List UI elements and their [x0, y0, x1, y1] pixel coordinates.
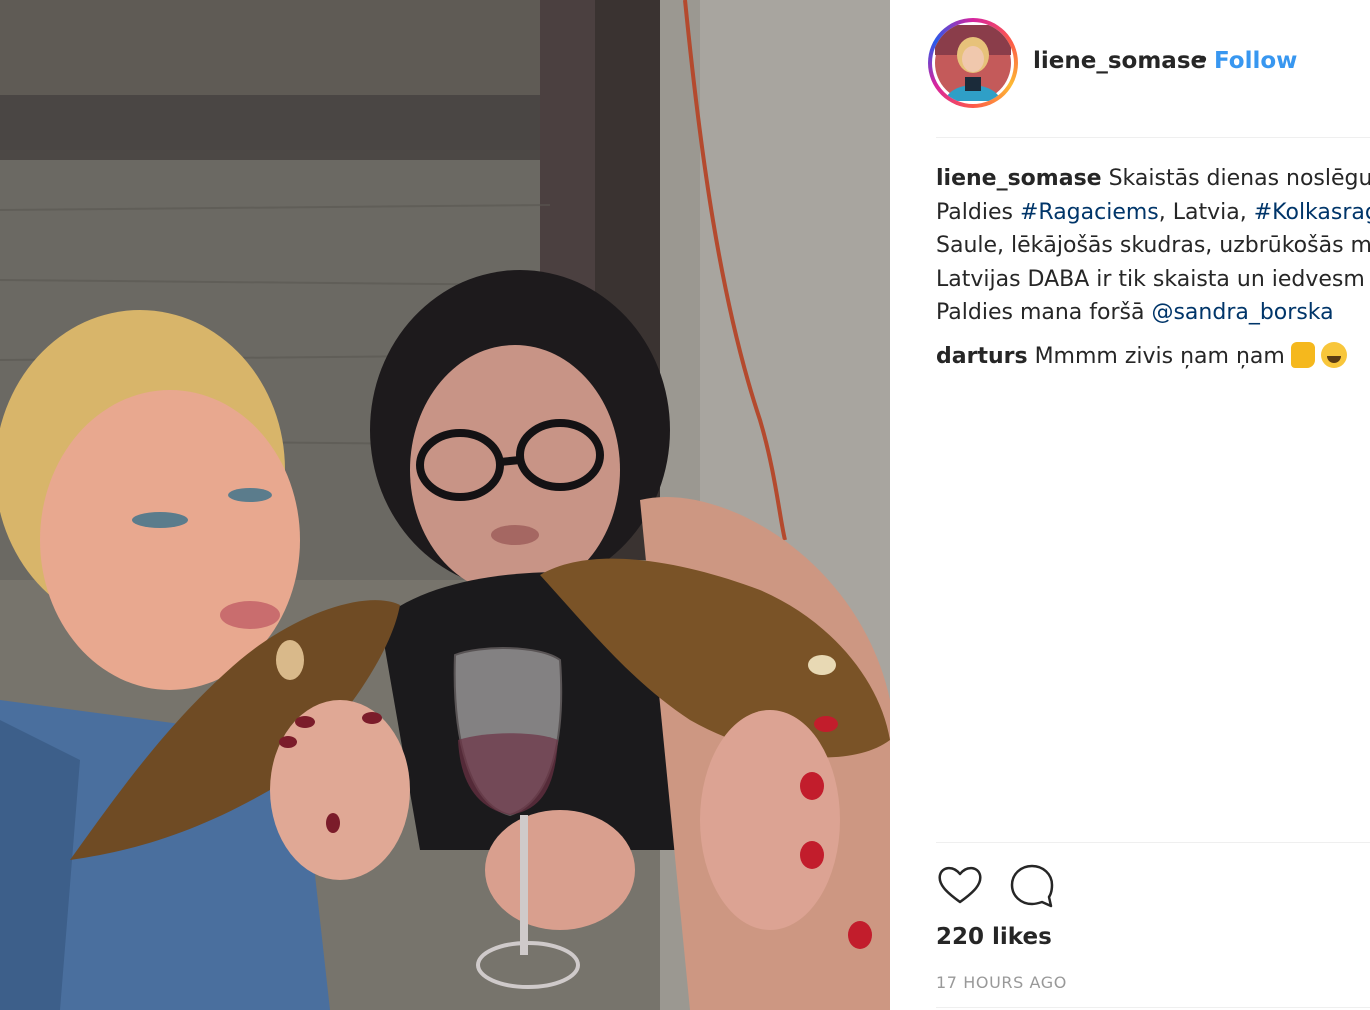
actions-divider — [936, 842, 1370, 843]
likes-count[interactable]: 220 likes — [936, 924, 1052, 950]
author-username[interactable]: liene_somase — [1033, 48, 1206, 74]
avatar-illustration — [935, 25, 1011, 101]
follow-button[interactable]: Follow — [1214, 48, 1297, 74]
comment-button[interactable] — [1008, 862, 1056, 910]
caption-text-2a: Paldies — [936, 199, 1020, 225]
like-button[interactable] — [936, 862, 984, 910]
photo-illustration — [0, 0, 890, 1010]
comment-username[interactable]: darturs — [936, 344, 1028, 369]
post-caption: liene_somase Skaistās dienas noslēgu Pal… — [936, 162, 1370, 330]
caption-text-2b: , Latvia, — [1158, 199, 1254, 225]
footer-divider — [936, 1007, 1370, 1008]
caption-text-1: Skaistās dienas noslēgu — [1108, 166, 1370, 191]
heart-icon — [938, 866, 982, 904]
caption-username[interactable]: liene_somase — [936, 166, 1102, 191]
laughing-emoji — [1320, 342, 1347, 368]
caption-line-2: Paldies #Ragaciems, Latvia, #Kolkasrag — [936, 196, 1370, 230]
avatar-image — [932, 22, 1014, 104]
hashtag-ragaciems[interactable]: #Ragaciems — [1020, 200, 1159, 225]
caption-line-5: Paldies mana foršā @sandra_borska — [936, 296, 1370, 330]
post-timestamp[interactable]: 17 HOURS AGO — [936, 973, 1067, 992]
mention-sandra-borska[interactable]: @sandra_borska — [1151, 300, 1333, 325]
post-side-panel: liene_somase • Follow liene_somase Skais… — [890, 0, 1370, 1010]
separator-dot: • — [1196, 48, 1210, 74]
post-header: liene_somase • Follow — [890, 0, 1370, 138]
hashtag-kolkasrags[interactable]: #Kolkasrag — [1254, 200, 1370, 225]
caption-line-3: Saule, lēkājošās skudras, uzbrūkošās m — [936, 233, 1370, 258]
caption-line-1: liene_somase Skaistās dienas noslēgu — [936, 162, 1370, 196]
avatar[interactable] — [928, 18, 1018, 108]
header-divider — [936, 137, 1370, 138]
thumbs-up-emoji — [1290, 342, 1315, 368]
post-photo[interactable] — [0, 0, 890, 1010]
comment-text: Mmmm zivis ņam ņam — [1034, 344, 1285, 369]
comment-icon — [1010, 864, 1054, 908]
caption-line-4: Latvijas DABA ir tik skaista un iedvesm — [936, 266, 1365, 292]
comment-item: darturs Mmmm zivis ņam ņam — [936, 340, 1370, 373]
caption-text-5: Paldies mana foršā — [936, 300, 1152, 325]
